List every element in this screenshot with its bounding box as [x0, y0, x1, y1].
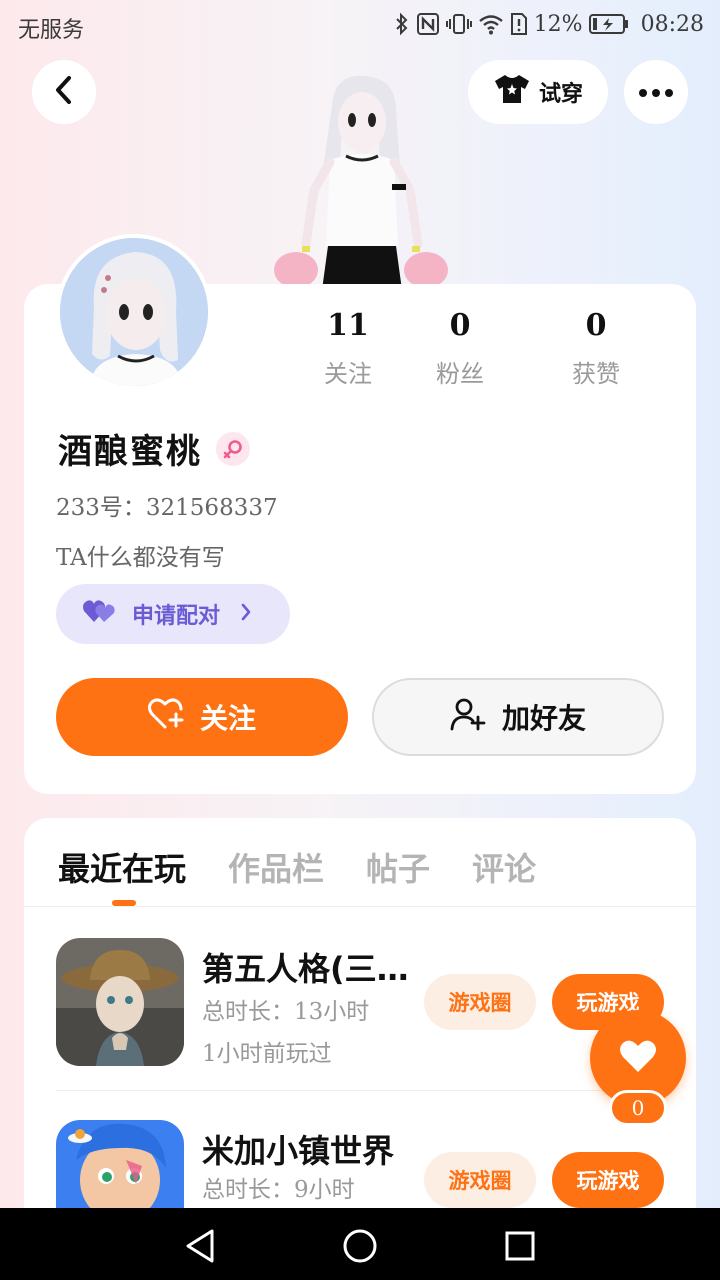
game-icon-identity-v[interactable]: [56, 938, 184, 1066]
game-title: 米加小镇世界: [202, 1132, 395, 1170]
request-pair-label: 申请配对: [132, 604, 221, 629]
game-circle-button[interactable]: 游戏圈: [424, 974, 536, 1030]
heart-icon: [618, 1038, 658, 1078]
tabs-divider: [24, 906, 696, 907]
game-title: 第五人格(三…: [202, 950, 409, 988]
more-dots-icon: [638, 83, 674, 102]
stat-following[interactable]: 11 关注: [304, 308, 392, 389]
game-last-played: 1小时前玩过: [202, 1041, 332, 1067]
like-count-badge: 0: [609, 1090, 667, 1126]
add-friend-button[interactable]: 加好友: [372, 678, 664, 756]
request-pair-button[interactable]: 申请配对: [56, 584, 290, 644]
avatar[interactable]: [56, 234, 212, 390]
nickname: 酒酿蜜桃: [58, 432, 202, 472]
try-on-button[interactable]: 试穿: [468, 60, 608, 124]
carrier-text: 无服务: [18, 18, 85, 43]
heart-plus-icon: [147, 697, 186, 738]
system-nav-bar: [0, 1208, 720, 1280]
double-heart-icon: [82, 598, 118, 630]
row-divider: [56, 1090, 664, 1091]
nav-home-icon[interactable]: [340, 1226, 380, 1266]
female-gender-icon: [216, 431, 250, 466]
nickname-row: 酒酿蜜桃: [58, 424, 250, 473]
game-icon-miga-town[interactable]: [56, 1120, 184, 1208]
fans-count: 0: [449, 308, 471, 343]
tshirt-icon: [493, 73, 531, 111]
tab-recently-played[interactable]: 最近在玩: [58, 844, 186, 890]
game-duration: 总时长：9小时: [202, 1177, 355, 1203]
nav-back-icon[interactable]: [180, 1226, 220, 1266]
nfc-icon: [416, 10, 440, 38]
profile-tabs: 最近在玩 作品栏 帖子 评论: [58, 844, 536, 890]
avatar-character-image[interactable]: [272, 70, 448, 290]
bluetooth-icon: [394, 10, 410, 38]
status-icons: 12% 08:28: [394, 10, 704, 38]
follow-button[interactable]: 关注: [56, 678, 348, 756]
more-options-button[interactable]: [624, 60, 688, 124]
likes-label: 获赞: [572, 360, 620, 388]
nav-recents-icon[interactable]: [500, 1226, 540, 1266]
play-game-button[interactable]: 玩游戏: [552, 1152, 664, 1208]
stat-likes[interactable]: 0 获赞: [528, 308, 664, 389]
profile-stats: 11 关注 0 粉丝 0 获赞: [304, 308, 684, 389]
add-user-icon: [450, 697, 486, 738]
following-count: 11: [327, 308, 369, 343]
list-item[interactable]: 第五人格(三… 总时长：13小时 1小时前玩过 游戏圈 玩游戏: [56, 938, 668, 1074]
user-id: 233号：321568337: [56, 495, 278, 521]
status-bar: 无服务 12% 08:28: [0, 0, 720, 52]
game-duration: 总时长：13小时: [202, 999, 370, 1025]
chevron-right-icon: [240, 602, 252, 627]
tab-comments[interactable]: 评论: [472, 844, 536, 890]
add-friend-label: 加好友: [501, 702, 586, 735]
fans-label: 粉丝: [436, 360, 484, 388]
avatar-image: [60, 238, 208, 386]
wifi-icon: [478, 10, 504, 38]
stat-fans[interactable]: 0 粉丝: [392, 308, 528, 389]
user-bio: TA什么都没有写: [56, 545, 225, 571]
battery-charging-icon: [588, 10, 629, 38]
clock-time: 08:28: [640, 11, 704, 37]
game-circle-button[interactable]: 游戏圈: [424, 1152, 536, 1208]
chevron-left-icon: [52, 75, 76, 109]
following-label: 关注: [324, 360, 372, 388]
back-button[interactable]: [32, 60, 96, 124]
follow-label: 关注: [199, 702, 256, 735]
sim-alert-icon: [510, 10, 528, 38]
likes-count: 0: [585, 308, 607, 343]
tab-works[interactable]: 作品栏: [228, 844, 324, 890]
vibrate-icon: [445, 10, 472, 38]
try-on-label: 试穿: [538, 82, 583, 107]
battery-percent: 12%: [533, 11, 583, 37]
tab-posts[interactable]: 帖子: [366, 844, 430, 890]
